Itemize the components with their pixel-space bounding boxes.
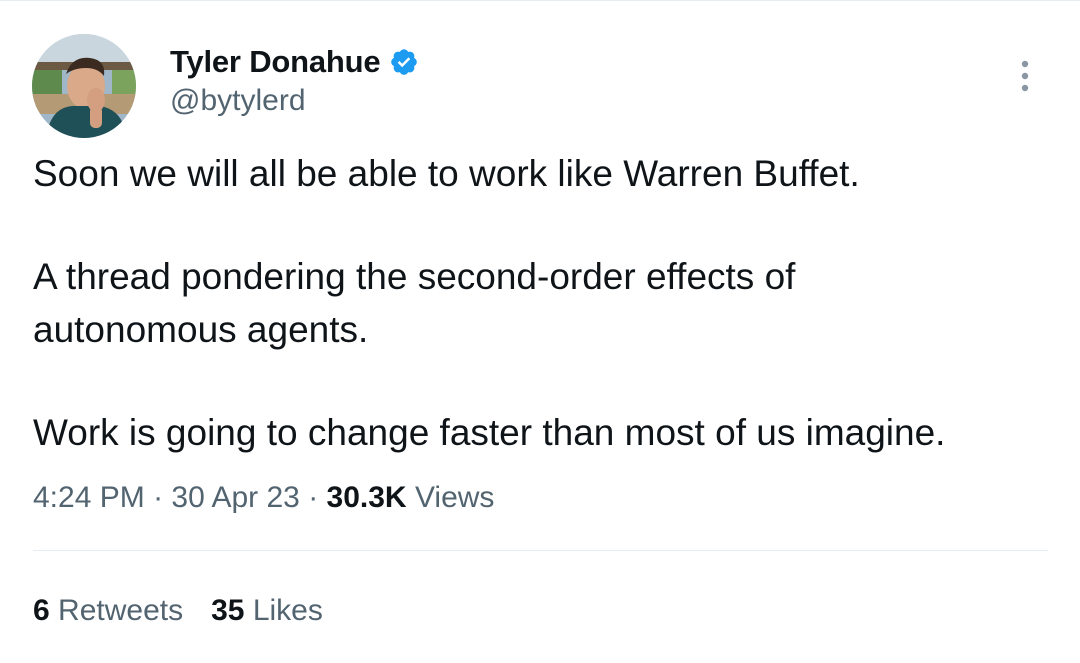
tweet-card: Tyler Donahue @bytylerd Soon we will all… (0, 0, 1080, 663)
tweet-date[interactable]: 30 Apr 23 (171, 481, 299, 514)
likes-stat[interactable]: 35 Likes (211, 594, 323, 627)
tweet-text-line-4: Work is going to change faster than most… (33, 412, 946, 453)
likes-label: Likes (252, 594, 323, 627)
divider (33, 550, 1048, 551)
meta-separator: · (308, 481, 319, 514)
tweet-text-line-3: autonomous agents. (33, 309, 369, 350)
verified-badge-icon (389, 47, 419, 77)
author-display-name[interactable]: Tyler Donahue (170, 44, 381, 80)
tweet-text-line-2: A thread pondering the second-order effe… (33, 256, 796, 297)
meta-separator: · (153, 481, 164, 514)
more-options-icon[interactable] (1012, 58, 1038, 94)
tweet-time[interactable]: 4:24 PM (33, 481, 145, 514)
tweet-meta: 4:24 PM · 30 Apr 23 · 30.3K Views (33, 478, 494, 518)
views-label[interactable]: Views (415, 481, 494, 514)
retweets-stat[interactable]: 6 Retweets (33, 594, 183, 627)
likes-count: 35 (211, 594, 245, 627)
retweets-label: Retweets (58, 594, 184, 627)
tweet-stats: 6 Retweets 35 Likes (33, 591, 323, 631)
author-handle[interactable]: @bytylerd (170, 84, 306, 118)
author-name-row: Tyler Donahue (170, 42, 419, 82)
avatar-image (32, 34, 136, 138)
views-count[interactable]: 30.3K (327, 481, 407, 514)
avatar[interactable] (32, 34, 136, 138)
tweet-text-line-1: Soon we will all be able to work like Wa… (33, 153, 860, 194)
top-border (0, 0, 1080, 1)
retweets-count: 6 (33, 594, 50, 627)
